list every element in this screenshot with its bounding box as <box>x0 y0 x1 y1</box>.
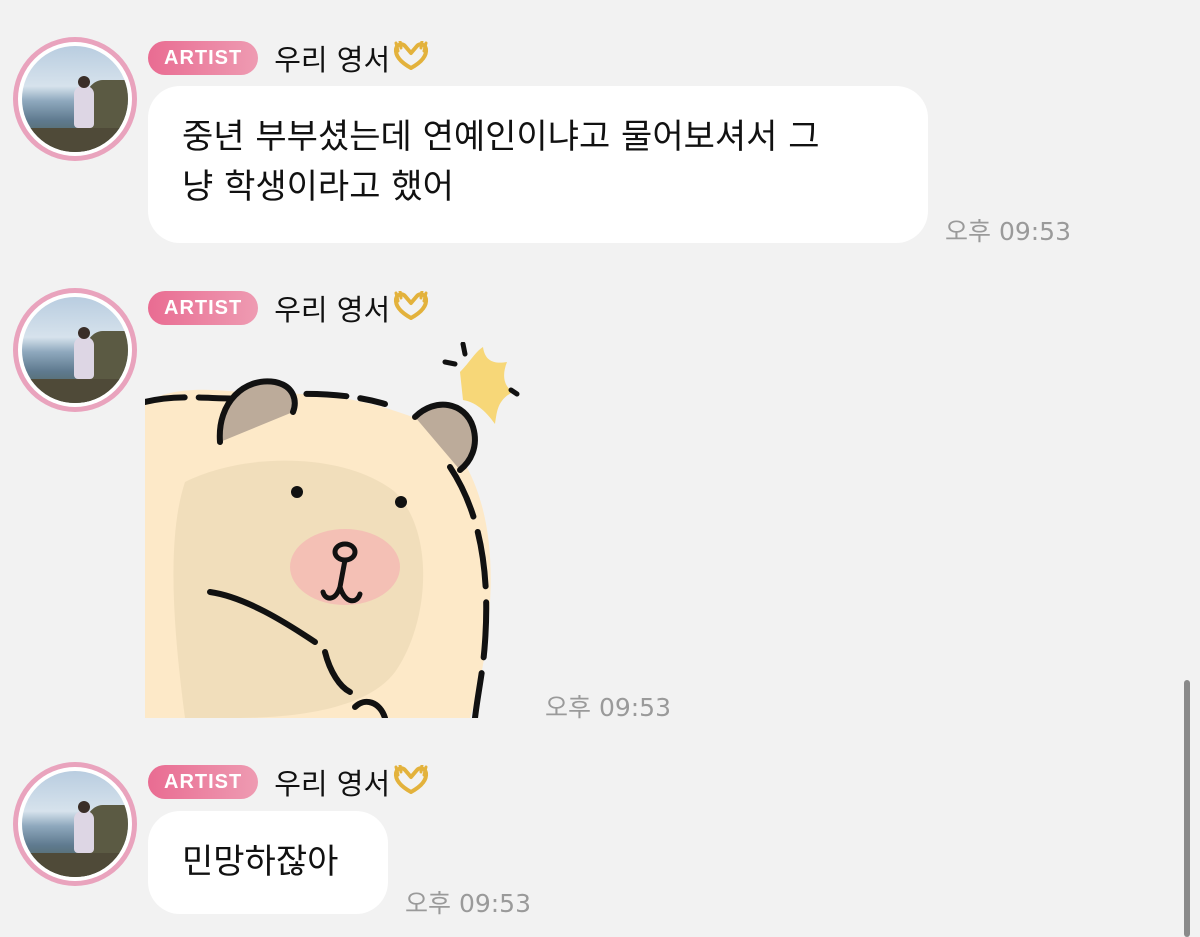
message-header: ARTIST 우리 영서 <box>148 761 430 803</box>
avatar[interactable] <box>13 37 137 161</box>
timestamp: 오후 09:53 <box>945 217 1071 246</box>
message-bubble[interactable]: 민망하잖아 <box>148 811 388 914</box>
sender-name[interactable]: 우리 영서 <box>274 37 390 79</box>
scrollbar[interactable] <box>1184 680 1190 937</box>
message-text-line: 중년 부부셨는데 연예인이냐고 물어보셔서 그 <box>182 117 820 157</box>
sender-name[interactable]: 우리 영서 <box>274 287 390 329</box>
message-bubble[interactable]: 중년 부부셨는데 연예인이냐고 물어보셔서 그 냥 학생이라고 했어 <box>148 86 928 243</box>
artist-badge: ARTIST <box>148 291 259 325</box>
message-header: ARTIST 우리 영서 <box>148 287 430 329</box>
message-text-line: 민망하잖아 <box>182 842 339 882</box>
timestamp: 오후 09:53 <box>545 693 671 722</box>
heart-hands-icon <box>392 39 430 75</box>
sender-name[interactable]: 우리 영서 <box>274 761 390 803</box>
heart-hands-icon <box>392 763 430 799</box>
hamster-sticker[interactable] <box>145 342 525 718</box>
artist-badge: ARTIST <box>148 41 259 75</box>
timestamp: 오후 09:53 <box>405 889 531 918</box>
artist-badge: ARTIST <box>148 765 259 799</box>
message-header: ARTIST 우리 영서 <box>148 37 430 79</box>
heart-hands-icon <box>392 289 430 325</box>
avatar[interactable] <box>13 762 137 886</box>
avatar[interactable] <box>13 288 137 412</box>
message-text-line: 냥 학생이라고 했어 <box>182 167 454 207</box>
